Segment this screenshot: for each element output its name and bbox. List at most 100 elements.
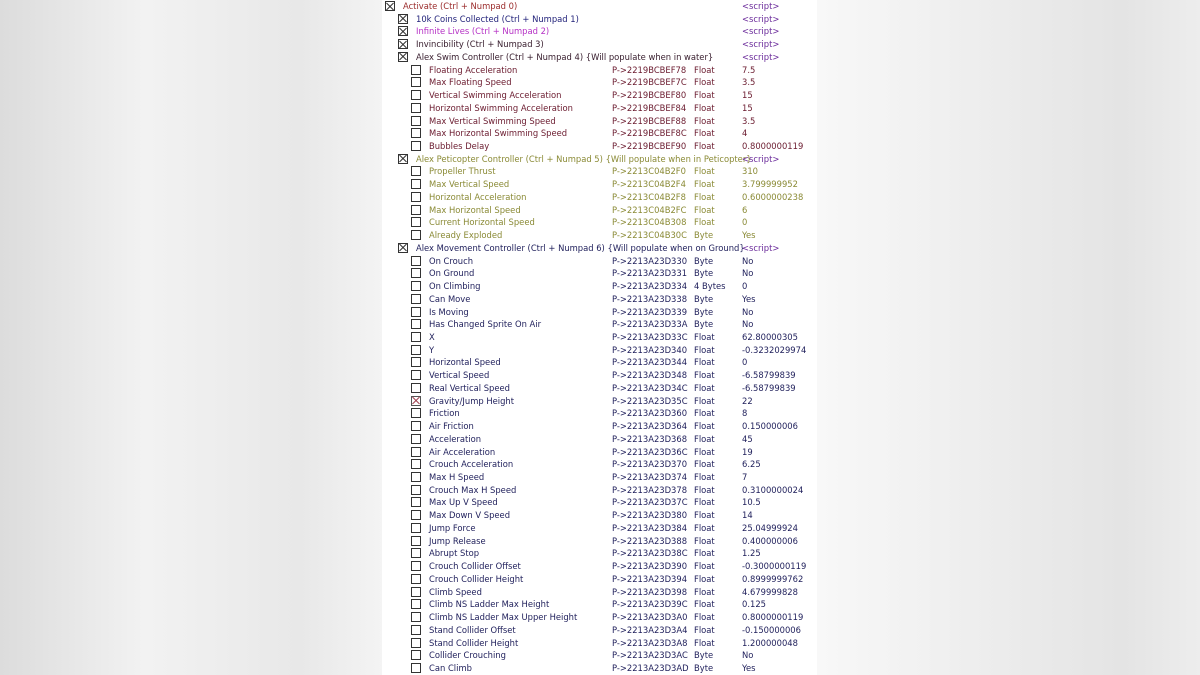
table-row[interactable]: On Ground P->2213A23D331 Byte No bbox=[382, 267, 817, 280]
active-checkbox[interactable] bbox=[411, 255, 421, 266]
active-checkbox[interactable] bbox=[411, 433, 421, 444]
table-row[interactable]: Collider Crouching P->2213A23D3AC Byte No bbox=[382, 649, 817, 662]
active-checkbox[interactable] bbox=[411, 319, 421, 330]
active-checkbox[interactable] bbox=[411, 599, 421, 610]
table-row[interactable]: Climb NS Ladder Max Height P->2213A23D39C… bbox=[382, 598, 817, 611]
table-row[interactable]: Is Moving P->2213A23D339 Byte No bbox=[382, 306, 817, 319]
table-row[interactable]: Max Floating Speed P->2219BCBEF7C Float 3.5 bbox=[382, 76, 817, 89]
active-checkbox[interactable] bbox=[411, 421, 421, 432]
active-checkbox[interactable] bbox=[411, 637, 421, 648]
active-checkbox[interactable] bbox=[411, 586, 421, 597]
table-row[interactable]: Can Move P->2213A23D338 Byte Yes bbox=[382, 293, 817, 306]
active-checkbox[interactable] bbox=[411, 179, 421, 190]
active-checkbox[interactable] bbox=[411, 141, 421, 152]
active-checkbox[interactable] bbox=[411, 357, 421, 368]
table-row[interactable]: Crouch Collider Offset P->2213A23D390 Floa… bbox=[382, 560, 817, 573]
table-row[interactable]: Friction P->2213A23D360 Float 8 bbox=[382, 407, 817, 420]
active-checkbox[interactable] bbox=[411, 472, 421, 482]
script-entry-row[interactable]: Alex Peticopter Controller (Ctrl + Numpa… bbox=[382, 153, 817, 166]
table-row[interactable]: Air Acceleration P->2213A23D36C Float 19 bbox=[382, 446, 817, 459]
table-row[interactable]: Bubbles Delay P->2219BCBEF90 Float 0.800000… bbox=[382, 140, 817, 153]
active-checkbox[interactable] bbox=[411, 535, 421, 546]
active-checkbox[interactable] bbox=[411, 459, 421, 470]
table-row[interactable]: Horizontal Acceleration P->2213C04B2F8 Flo… bbox=[382, 191, 817, 204]
active-checkbox[interactable] bbox=[411, 612, 421, 623]
active-checkbox[interactable] bbox=[411, 293, 421, 304]
table-row[interactable]: Gravity/Jump Height P->2213A23D35C Float 22 bbox=[382, 395, 817, 408]
table-row[interactable]: Vertical Swimming Acceleration P->2219BCB… bbox=[382, 89, 817, 102]
active-checkbox[interactable] bbox=[411, 281, 421, 292]
active-checkbox[interactable] bbox=[411, 306, 421, 317]
table-row[interactable]: Acceleration P->2213A23D368 Float 45 bbox=[382, 433, 817, 446]
active-checkbox[interactable] bbox=[411, 217, 421, 228]
active-checkbox[interactable] bbox=[398, 13, 408, 24]
table-row[interactable]: Current Horizontal Speed P->2213C04B308 Fl… bbox=[382, 216, 817, 229]
active-checkbox[interactable] bbox=[411, 624, 421, 635]
table-row[interactable]: Floating Acceleration P->2219BCBEF78 Float… bbox=[382, 64, 817, 77]
script-entry-row[interactable]: Alex Swim Controller (Ctrl + Numpad 4) {… bbox=[382, 51, 817, 64]
active-checkbox[interactable] bbox=[411, 128, 421, 139]
active-checkbox[interactable] bbox=[411, 204, 421, 215]
table-row[interactable]: X P->2213A23D33C Float 62.80000305 bbox=[382, 331, 817, 344]
table-row[interactable]: Crouch Max H Speed P->2213A23D378 Float 0.3… bbox=[382, 484, 817, 497]
active-checkbox[interactable] bbox=[411, 408, 421, 419]
script-entry-row[interactable]: Invincibility (Ctrl + Numpad 3) <script> bbox=[382, 38, 817, 51]
table-row[interactable]: Air Friction P->2213A23D364 Float 0.1500000… bbox=[382, 420, 817, 433]
active-checkbox[interactable] bbox=[411, 382, 421, 393]
table-row[interactable]: Max Down V Speed P->2213A23D380 Float 14 bbox=[382, 509, 817, 522]
table-row[interactable]: Crouch Acceleration P->2213A23D370 Float 6.… bbox=[382, 458, 817, 471]
script-entry-row[interactable]: Infinite Lives (Ctrl + Numpad 2) <script> bbox=[382, 25, 817, 38]
active-checkbox[interactable] bbox=[398, 153, 408, 164]
active-checkbox[interactable] bbox=[411, 446, 421, 457]
active-checkbox[interactable] bbox=[411, 548, 421, 559]
table-row[interactable]: Y P->2213A23D340 Float -0.3232029974 bbox=[382, 344, 817, 357]
active-checkbox[interactable] bbox=[411, 662, 421, 673]
active-checkbox[interactable] bbox=[411, 102, 421, 113]
active-checkbox[interactable] bbox=[411, 497, 421, 508]
active-checkbox[interactable] bbox=[398, 51, 408, 62]
table-row[interactable]: Climb Speed P->2213A23D398 Float 4.67999982… bbox=[382, 586, 817, 599]
table-row[interactable]: Max Up V Speed P->2213A23D37C Float 10.5 bbox=[382, 496, 817, 509]
active-checkbox[interactable] bbox=[385, 1, 395, 11]
active-checkbox[interactable] bbox=[411, 90, 421, 101]
active-checkbox[interactable] bbox=[411, 573, 421, 584]
active-checkbox[interactable] bbox=[411, 522, 421, 533]
active-checkbox[interactable] bbox=[398, 39, 408, 50]
table-row[interactable]: Has Changed Sprite On Air P->2213A23D33A B… bbox=[382, 318, 817, 331]
active-checkbox[interactable] bbox=[411, 510, 421, 521]
active-checkbox[interactable] bbox=[411, 484, 421, 495]
active-checkbox[interactable] bbox=[411, 344, 421, 355]
table-row[interactable]: Abrupt Stop P->2213A23D38C Float 1.25 bbox=[382, 547, 817, 560]
table-row[interactable]: Real Vertical Speed P->2213A23D34C Float -6… bbox=[382, 382, 817, 395]
active-checkbox[interactable] bbox=[411, 191, 421, 202]
active-checkbox[interactable] bbox=[411, 561, 421, 572]
table-row[interactable]: Crouch Collider Height P->2213A23D394 Floa… bbox=[382, 573, 817, 586]
script-entry-row[interactable]: Alex Movement Controller (Ctrl + Numpad … bbox=[382, 242, 817, 255]
active-checkbox[interactable] bbox=[411, 331, 421, 342]
table-row[interactable]: Max Horizontal Swimming Speed P->2219BCBE… bbox=[382, 127, 817, 140]
active-checkbox[interactable] bbox=[398, 26, 408, 37]
active-checkbox[interactable] bbox=[411, 650, 421, 661]
active-checkbox[interactable] bbox=[398, 242, 408, 253]
table-row[interactable]: Climb NS Ladder Max Upper Height P->2213A… bbox=[382, 611, 817, 624]
table-row[interactable]: On Crouch P->2213A23D330 Byte No bbox=[382, 255, 817, 268]
table-row[interactable]: Horizontal Speed P->2213A23D344 Float 0 bbox=[382, 356, 817, 369]
script-entry-row[interactable]: 10k Coins Collected (Ctrl + Numpad 1) <sc… bbox=[382, 13, 817, 26]
active-checkbox[interactable] bbox=[411, 370, 421, 381]
active-checkbox[interactable] bbox=[411, 115, 421, 126]
active-checkbox[interactable] bbox=[411, 230, 421, 241]
table-row[interactable]: Can Climb P->2213A23D3AD Byte Yes bbox=[382, 662, 817, 675]
table-row[interactable]: Stand Collider Offset P->2213A23D3A4 Float… bbox=[382, 624, 817, 637]
table-row[interactable]: Max Vertical Speed P->2213C04B2F4 Float 3.7… bbox=[382, 178, 817, 191]
script-entry-row[interactable]: Activate (Ctrl + Numpad 0) <script> bbox=[382, 0, 817, 13]
table-row[interactable]: On Climbing P->2213A23D334 4 Bytes 0 bbox=[382, 280, 817, 293]
active-checkbox[interactable] bbox=[411, 268, 421, 279]
table-row[interactable]: Propeller Thrust P->2213C04B2F0 Float 310 bbox=[382, 165, 817, 178]
table-row[interactable]: Vertical Speed P->2213A23D348 Float -6.5879… bbox=[382, 369, 817, 382]
active-checkbox[interactable] bbox=[411, 64, 421, 75]
table-row[interactable]: Already Exploded P->2213C04B30C Byte Yes bbox=[382, 229, 817, 242]
table-row[interactable]: Max Vertical Swimming Speed P->2219BCBEF8… bbox=[382, 115, 817, 128]
active-checkbox[interactable] bbox=[411, 166, 421, 177]
table-row[interactable]: Horizontal Swimming Acceleration P->2219B… bbox=[382, 102, 817, 115]
active-checkbox[interactable] bbox=[411, 395, 421, 406]
